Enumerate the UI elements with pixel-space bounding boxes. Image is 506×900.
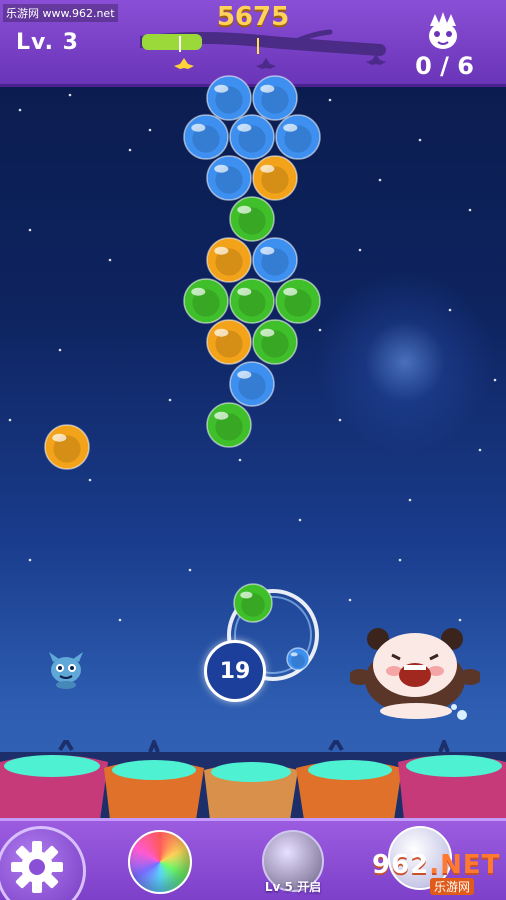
site-logo-sub: 乐游网	[430, 878, 475, 895]
pot-center	[204, 762, 298, 820]
gear-icon	[11, 841, 63, 893]
moves-left-counter: 19	[204, 640, 266, 702]
site-logo: 962.NET	[372, 850, 500, 880]
blue-critter-character	[49, 652, 83, 689]
game-screen: 乐游网 www.962.net Lv. 3 5675 0 / 6 19 Lv 5…	[0, 0, 506, 900]
site-logo-number: 962	[372, 850, 430, 880]
pot-left	[0, 755, 108, 820]
current-bubble	[233, 583, 273, 623]
settings-button[interactable]	[0, 826, 86, 900]
pot-right	[398, 755, 506, 820]
pot-center-left	[104, 760, 204, 820]
pots-row	[0, 740, 506, 820]
next-bubble	[286, 647, 310, 671]
pot-center-right	[296, 760, 402, 820]
panda-character	[350, 628, 480, 720]
locked-booster-label: Lv 5 开启	[264, 880, 322, 894]
site-logo-suffix: .NET	[429, 850, 501, 880]
rainbow-bubble-booster[interactable]	[128, 830, 192, 894]
